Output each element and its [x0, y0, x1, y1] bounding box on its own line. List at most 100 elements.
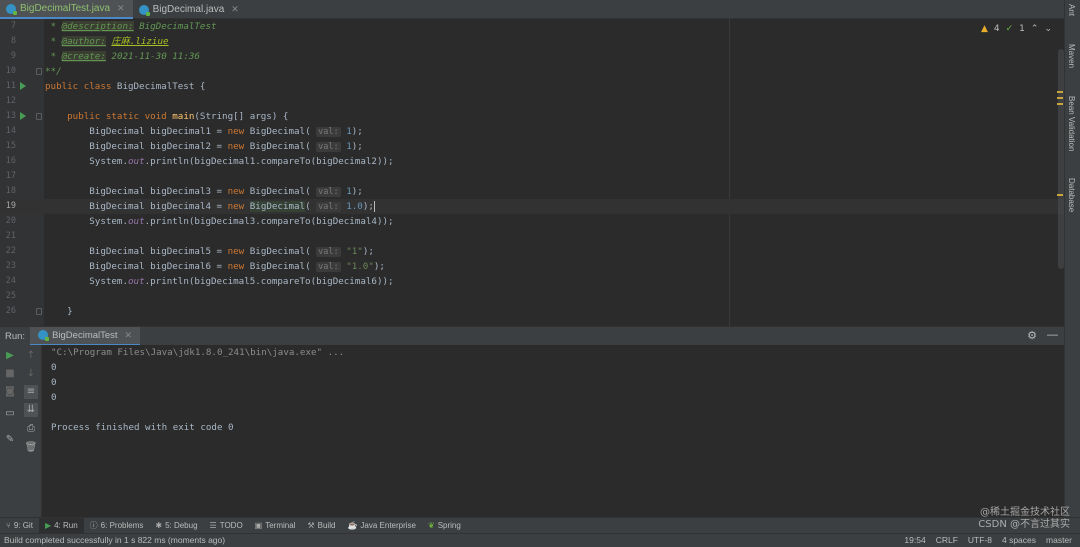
code-line: 15 BigDecimal bigDecimal2 = new BigDecim…	[5, 141, 363, 152]
run-icon: ▶	[44, 521, 52, 530]
arrow-down-icon[interactable]: ↓	[24, 367, 38, 381]
code-line-current: 19 BigDecimal bigDecimal4 = new BigDecim…	[0, 199, 1064, 214]
warning-marker[interactable]	[1057, 91, 1063, 93]
indent-setting[interactable]: 4 spaces	[1002, 535, 1036, 545]
bean-validation-tool[interactable]: Bean Validation	[1067, 96, 1076, 151]
scroll-to-end-icon[interactable]: ⇊	[24, 403, 38, 417]
code-line: 13 public static void main(String[] args…	[5, 111, 289, 122]
code-line: 9 * @create: 2021-11-30 11:36	[10, 51, 200, 62]
file-encoding[interactable]: UTF-8	[968, 535, 992, 545]
toolwindow-build[interactable]: ⚒ Build	[301, 518, 341, 534]
caret-position[interactable]: 19:54	[904, 535, 925, 545]
build-icon: ⚒	[307, 521, 315, 530]
debug-icon: ✱	[155, 521, 163, 530]
close-icon[interactable]: ✕	[231, 4, 239, 15]
error-stripe[interactable]	[1056, 19, 1064, 326]
warning-marker[interactable]	[1057, 194, 1063, 196]
warning-marker[interactable]	[1057, 97, 1063, 99]
database-tool[interactable]: Database	[1067, 178, 1076, 212]
code-line: 25	[5, 291, 16, 301]
code-line: 23 BigDecimal bigDecimal6 = new BigDecim…	[5, 261, 385, 272]
code-editor[interactable]: 7 * @description: BigDecimalTest 8 * @au…	[0, 19, 1064, 326]
code-line: 21	[5, 231, 16, 241]
run-tab[interactable]: BigDecimalTest ✕	[30, 326, 141, 346]
console-output: 0	[51, 392, 57, 403]
chevron-down-icon[interactable]: ⌄	[1044, 24, 1052, 34]
warning-icon: ▲	[980, 24, 988, 34]
rerun-icon[interactable]: ▶	[3, 349, 17, 363]
chevron-up-icon[interactable]: ⌃	[1031, 24, 1039, 34]
minimize-icon[interactable]: —	[1047, 329, 1058, 342]
java-class-icon	[138, 4, 150, 16]
console-toolbar: ↑ ↓ ≡ ⇊ ⎙ 🗑	[20, 345, 42, 517]
todo-icon: ☰	[209, 521, 217, 530]
toolwindow-java-enterprise[interactable]: ☕ Java Enterprise	[341, 518, 422, 534]
tab-label: BigDecimal.java	[152, 4, 225, 15]
fold-icon[interactable]	[36, 68, 42, 75]
vcs-branch[interactable]: master	[1046, 535, 1072, 545]
warning-marker[interactable]	[1057, 103, 1063, 105]
right-tool-strip: Ant Maven Bean Validation Database	[1064, 0, 1080, 519]
camera-icon[interactable]: ◙	[3, 385, 17, 399]
tab-bigdecimal[interactable]: BigDecimal.java ✕	[133, 0, 247, 19]
java-enterprise-icon: ☕	[347, 521, 358, 530]
arrow-up-icon[interactable]: ↑	[24, 349, 38, 363]
code-line: 20 System.out.println(bigDecimal3.compar…	[5, 216, 394, 227]
code-line: 11 public class BigDecimalTest {	[5, 81, 206, 92]
editor-tabs: BigDecimalTest.java ✕ BigDecimal.java ✕	[0, 0, 1064, 19]
stop-icon[interactable]: ■	[3, 367, 17, 381]
soft-wrap-icon[interactable]: ≡	[24, 385, 38, 399]
inspection-widget[interactable]: ▲ 4 ✓ 1 ⌃ ⌄	[981, 24, 1052, 34]
toolwindow-terminal[interactable]: ▣ Terminal	[249, 518, 302, 534]
run-label: Run:	[5, 330, 26, 342]
status-message[interactable]: Build completed successfully in 1 s 822 …	[4, 535, 225, 545]
code-line: 8 * @author: 庄麻.liziue	[10, 36, 169, 47]
terminal-icon: ▣	[254, 521, 263, 530]
console-output: 0	[51, 377, 57, 388]
code-line: 26 }	[5, 306, 73, 317]
run-class-icon[interactable]	[20, 82, 26, 90]
toolwindow-debug[interactable]: ✱ 5: Debug	[149, 518, 203, 534]
run-console[interactable]: "C:\Program Files\Java\jdk1.8.0_241\bin\…	[42, 345, 1064, 517]
print-icon[interactable]: ⎙	[24, 422, 38, 436]
tool-window-bar: ⑂ 9: Git ▶ 4: Run ⓘ 6: Problems ✱ 5: Debug ☰…	[0, 517, 1080, 534]
run-tab-label: BigDecimalTest	[52, 329, 118, 341]
java-class-icon	[38, 330, 50, 341]
pin-icon[interactable]: ✎	[3, 433, 17, 447]
gear-icon[interactable]: ⚙	[1027, 329, 1037, 342]
ide-window: BigDecimalTest.java ✕ BigDecimal.java ✕ …	[0, 0, 1080, 547]
toolwindow-todo[interactable]: ☰ TODO	[204, 518, 249, 534]
problems-icon: ⓘ	[89, 521, 98, 530]
console-command: "C:\Program Files\Java\jdk1.8.0_241\bin\…	[51, 347, 345, 358]
toolwindow-run[interactable]: ▶ 4: Run	[38, 517, 84, 534]
code-line: 17	[5, 171, 16, 181]
code-line: 7 * @description: BigDecimalTest	[10, 21, 217, 32]
java-class-icon	[6, 3, 17, 15]
trash-icon[interactable]: 🗑	[24, 441, 38, 455]
tab-label: BigDecimalTest.java	[20, 3, 111, 14]
spring-icon: ❦	[428, 521, 435, 530]
watermark: @稀土掘金技术社区 CSDN @不言过其实	[978, 507, 1070, 530]
toolwindow-problems[interactable]: ⓘ 6: Problems	[84, 518, 150, 534]
layout-icon[interactable]: ▭	[3, 407, 17, 421]
git-icon: ⑂	[6, 521, 11, 530]
tab-bigdecimaltest[interactable]: BigDecimalTest.java ✕	[0, 0, 133, 19]
code-line: 22 BigDecimal bigDecimal5 = new BigDecim…	[5, 246, 374, 257]
run-main-icon[interactable]	[20, 112, 26, 120]
status-bar: Build completed successfully in 1 s 822 …	[0, 533, 1080, 547]
fold-icon[interactable]	[36, 113, 42, 120]
check-icon: ✓	[1005, 24, 1014, 34]
code-line: 24 System.out.println(bigDecimal5.compar…	[5, 276, 394, 287]
toolwindow-spring[interactable]: ❦ Spring	[422, 518, 467, 534]
maven-tool[interactable]: Maven	[1067, 44, 1076, 68]
run-toolbar: ▶ ■ ◙ ▭ ✎	[0, 345, 20, 517]
ant-tool[interactable]: Ant	[1067, 4, 1076, 16]
close-icon[interactable]: ✕	[125, 330, 133, 341]
toolwindow-git[interactable]: ⑂ 9: Git	[0, 518, 39, 534]
line-separator[interactable]: CRLF	[936, 535, 958, 545]
close-icon[interactable]: ✕	[117, 3, 125, 14]
run-toolwindow-header: Run: BigDecimalTest ✕ ⚙ —	[0, 326, 1064, 346]
fold-icon[interactable]	[36, 308, 42, 315]
code-line: 10 **/	[5, 66, 62, 77]
code-line: 16 System.out.println(bigDecimal1.compar…	[5, 156, 394, 167]
